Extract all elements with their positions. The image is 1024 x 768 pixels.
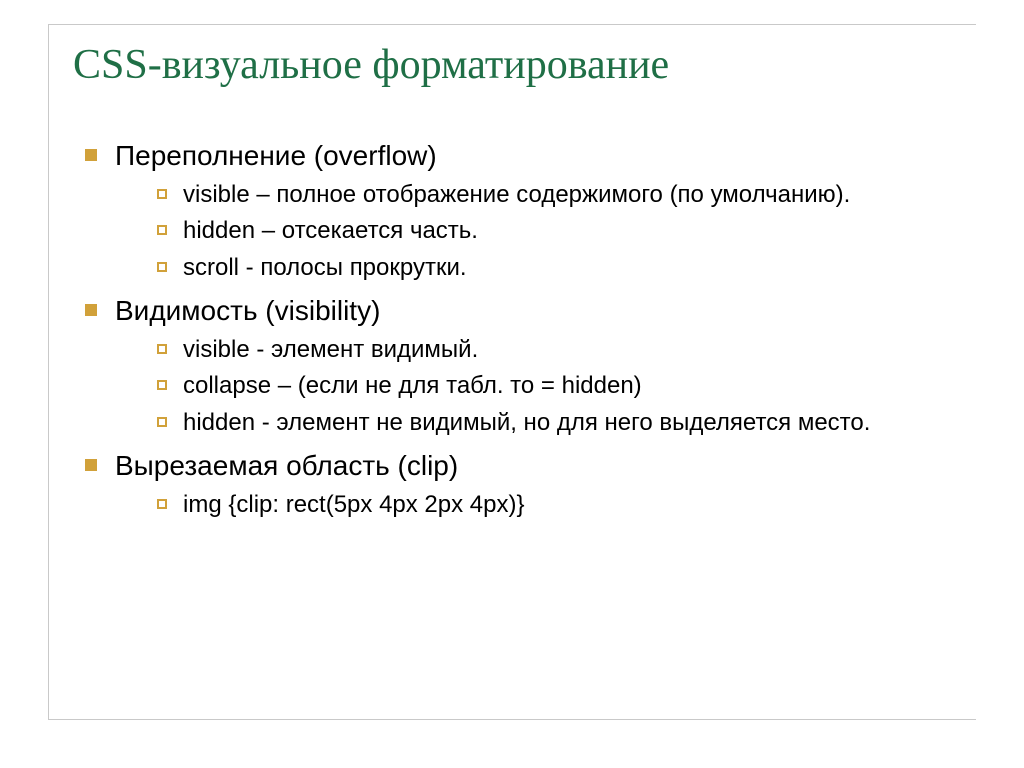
slide: CSS-визуальное форматирование Переполнен… [0, 0, 1024, 768]
slide-title: CSS-визуальное форматирование [73, 41, 940, 89]
section-heading: Вырезаемая область (clip) [115, 450, 458, 481]
list-item: visible – полное отображение содержимого… [155, 179, 940, 211]
list-item: img {clip: rect(5px 4px 2px 4px)} [155, 489, 940, 521]
section-heading: Видимость (visibility) [115, 295, 380, 326]
section-clip: Вырезаемая область (clip) img {clip: rec… [81, 447, 940, 521]
sublist: img {clip: rect(5px 4px 2px 4px)} [115, 489, 940, 521]
slide-frame: CSS-визуальное форматирование Переполнен… [48, 24, 976, 720]
section-overflow: Переполнение (overflow) visible – полное… [81, 137, 940, 284]
section-visibility: Видимость (visibility) visible - элемент… [81, 292, 940, 439]
list-item: hidden - элемент не видимый, но для него… [155, 407, 940, 439]
list-item: collapse – (если не для табл. то = hidde… [155, 370, 940, 402]
sublist: visible – полное отображение содержимого… [115, 179, 940, 284]
list-item: hidden – отсекается часть. [155, 215, 940, 247]
section-heading: Переполнение (overflow) [115, 140, 437, 171]
sublist: visible - элемент видимый. collapse – (е… [115, 334, 940, 439]
content-list: Переполнение (overflow) visible – полное… [73, 137, 940, 521]
list-item: scroll - полосы прокрутки. [155, 252, 940, 284]
list-item: visible - элемент видимый. [155, 334, 940, 366]
